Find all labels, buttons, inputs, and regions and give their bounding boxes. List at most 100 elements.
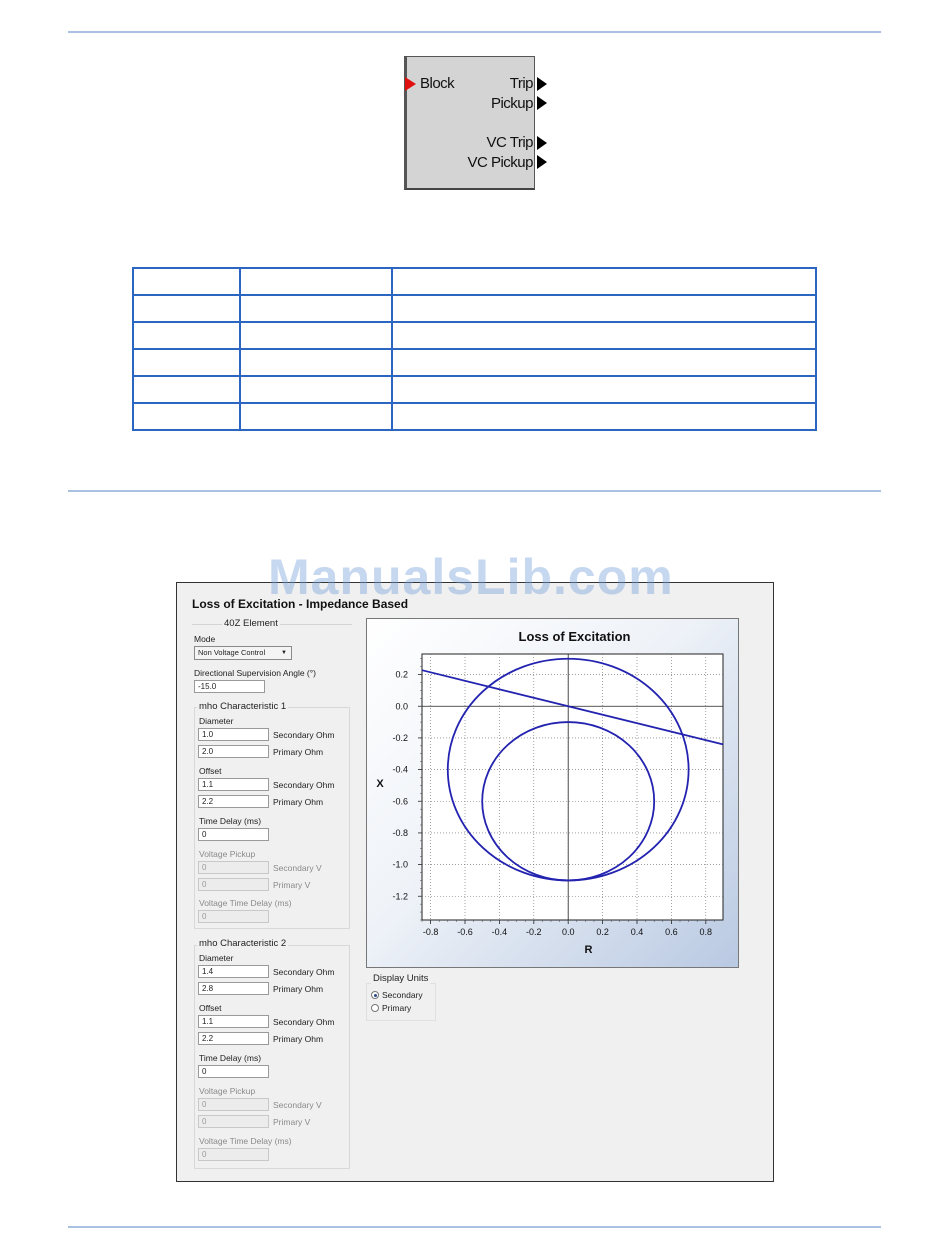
mho1-offset-primary-unit: Primary Ohm xyxy=(273,797,324,807)
table-row xyxy=(132,402,817,431)
mho2-offset-secondary-unit: Secondary Ohm xyxy=(273,1017,335,1027)
mho2-voltage-time-delay-input[interactable]: 0 xyxy=(198,1148,269,1161)
vc-pickup-output-arrow-icon xyxy=(537,155,547,169)
mho2-time-delay-label: Time Delay (ms) xyxy=(199,1053,262,1063)
mho1-diameter-primary-unit: Primary Ohm xyxy=(273,747,324,757)
mho1-voltage-primary-input[interactable]: 0 xyxy=(198,878,269,891)
table-cell xyxy=(132,348,241,377)
chart-svg: -0.8 -0.6 -0.4 -0.2 0.0 0.2 0.4 0.6 0.8 0.2 0.0 -0.… xyxy=(376,629,724,956)
chart-title: Loss of Excitation xyxy=(519,629,631,644)
mho1-offset-primary-input[interactable]: 2.2 xyxy=(198,795,269,808)
mho1-voltage-secondary-input[interactable]: 0 xyxy=(198,861,269,874)
chevron-down-icon: ▼ xyxy=(281,650,287,656)
mho2-offset-primary-unit: Primary Ohm xyxy=(273,1034,324,1044)
y-tick-label: 0.2 xyxy=(395,670,408,680)
mho1-voltage-time-delay-label: Voltage Time Delay (ms) xyxy=(199,898,292,908)
mho1-offset-secondary-unit: Secondary Ohm xyxy=(273,780,335,790)
mho1-diameter-primary-input[interactable]: 2.0 xyxy=(198,745,269,758)
table-row xyxy=(132,321,817,350)
mho2-offset-secondary-input[interactable]: 1.1 xyxy=(198,1015,269,1028)
x-axis-label: R xyxy=(585,944,593,956)
mode-label: Mode xyxy=(194,634,216,644)
table-cell xyxy=(132,321,241,350)
middle-rule xyxy=(68,490,881,492)
table-cell xyxy=(239,294,393,323)
table-cell xyxy=(239,267,393,296)
mho2-offset-label: Offset xyxy=(199,1003,222,1013)
mho1-voltage-time-delay-input[interactable]: 0 xyxy=(198,910,269,923)
mho2-time-delay-input[interactable]: 0 xyxy=(198,1065,269,1078)
table-cell xyxy=(239,402,393,431)
primary-radio-label[interactable]: Primary xyxy=(382,1003,411,1013)
table-cell xyxy=(391,375,817,404)
table-row xyxy=(132,294,817,323)
x-tick-label: 0.4 xyxy=(631,927,644,937)
mho1-group-title: mho Characteristic 1 xyxy=(197,701,289,712)
loss-of-excitation-chart: -0.8 -0.6 -0.4 -0.2 0.0 0.2 0.4 0.6 0.8 0.2 0.0 -0.… xyxy=(366,618,739,968)
table-row xyxy=(132,348,817,377)
table-cell xyxy=(132,267,241,296)
mho2-diameter-secondary-input[interactable]: 1.4 xyxy=(198,965,269,978)
mho2-voltage-time-delay-label: Voltage Time Delay (ms) xyxy=(199,1136,292,1146)
x-tick-label: 0.0 xyxy=(562,927,575,937)
loss-of-excitation-dialog: Loss of Excitation - Impedance Based 40Z… xyxy=(176,582,774,1182)
pickup-output-label: Pickup xyxy=(490,95,534,112)
mho2-offset-primary-input[interactable]: 2.2 xyxy=(198,1032,269,1045)
mho1-time-delay-input[interactable]: 0 xyxy=(198,828,269,841)
primary-radio[interactable] xyxy=(371,1004,379,1012)
table-cell xyxy=(239,321,393,350)
x-tick-label: 0.8 xyxy=(700,927,713,937)
table-cell xyxy=(391,348,817,377)
y-tick-label: -0.6 xyxy=(392,796,408,806)
pickup-output-arrow-icon xyxy=(537,96,547,110)
trip-output-arrow-icon xyxy=(537,77,547,91)
mho2-voltage-secondary-input[interactable]: 0 xyxy=(198,1098,269,1111)
display-units-group xyxy=(366,983,436,1021)
table-cell xyxy=(132,294,241,323)
y-tick-label: 0.0 xyxy=(395,701,408,711)
mode-dropdown[interactable]: Non Voltage Control ▼ xyxy=(194,646,292,660)
mho1-diameter-secondary-unit: Secondary Ohm xyxy=(273,730,335,740)
watermark-text: ManualsLib.com xyxy=(268,549,674,605)
y-tick-label: -1.2 xyxy=(392,891,408,901)
element-group-title: 40Z Element xyxy=(222,618,280,629)
secondary-radio[interactable] xyxy=(371,991,379,999)
vc-trip-output-label: VC Trip xyxy=(486,134,533,151)
mho1-offset-secondary-input[interactable]: 1.1 xyxy=(198,778,269,791)
vc-trip-output-arrow-icon xyxy=(537,136,547,150)
display-units-title: Display Units xyxy=(371,973,431,984)
bottom-rule xyxy=(68,1226,881,1228)
mho2-group-title: mho Characteristic 2 xyxy=(197,938,289,949)
mho1-offset-label: Offset xyxy=(199,766,222,776)
mode-dropdown-value: Non Voltage Control xyxy=(198,648,266,657)
table-cell xyxy=(239,375,393,404)
io-table xyxy=(132,267,817,431)
y-tick-label: -0.2 xyxy=(392,733,408,743)
mho1-voltage-pickup-label: Voltage Pickup xyxy=(199,849,256,859)
x-tick-label: -0.2 xyxy=(526,927,542,937)
mho1-diameter-secondary-input[interactable]: 1.0 xyxy=(198,728,269,741)
dsa-input[interactable]: -15.0 xyxy=(194,680,265,693)
mho2-voltage-secondary-unit: Secondary V xyxy=(273,1100,322,1110)
x-tick-label: 0.6 xyxy=(665,927,678,937)
mho2-diameter-label: Diameter xyxy=(199,953,234,963)
trip-output-label: Trip xyxy=(509,75,534,92)
table-cell xyxy=(132,402,241,431)
secondary-radio-label[interactable]: Secondary xyxy=(382,990,423,1000)
mho2-voltage-primary-input[interactable]: 0 xyxy=(198,1115,269,1128)
table-cell xyxy=(391,321,817,350)
y-axis-label: X xyxy=(376,778,384,790)
mho2-diameter-secondary-unit: Secondary Ohm xyxy=(273,967,335,977)
mho2-diameter-primary-unit: Primary Ohm xyxy=(273,984,324,994)
y-tick-label: -1.0 xyxy=(392,860,408,870)
y-tick-label: -0.8 xyxy=(392,828,408,838)
mho2-diameter-primary-input[interactable]: 2.8 xyxy=(198,982,269,995)
block-input-label: Block xyxy=(420,75,455,92)
table-cell xyxy=(391,294,817,323)
x-tick-label: 0.2 xyxy=(596,927,609,937)
mho1-diameter-label: Diameter xyxy=(199,716,234,726)
table-cell xyxy=(239,348,393,377)
x-tick-label: -0.6 xyxy=(457,927,473,937)
x-tick-label: -0.8 xyxy=(423,927,439,937)
mho1-time-delay-label: Time Delay (ms) xyxy=(199,816,262,826)
